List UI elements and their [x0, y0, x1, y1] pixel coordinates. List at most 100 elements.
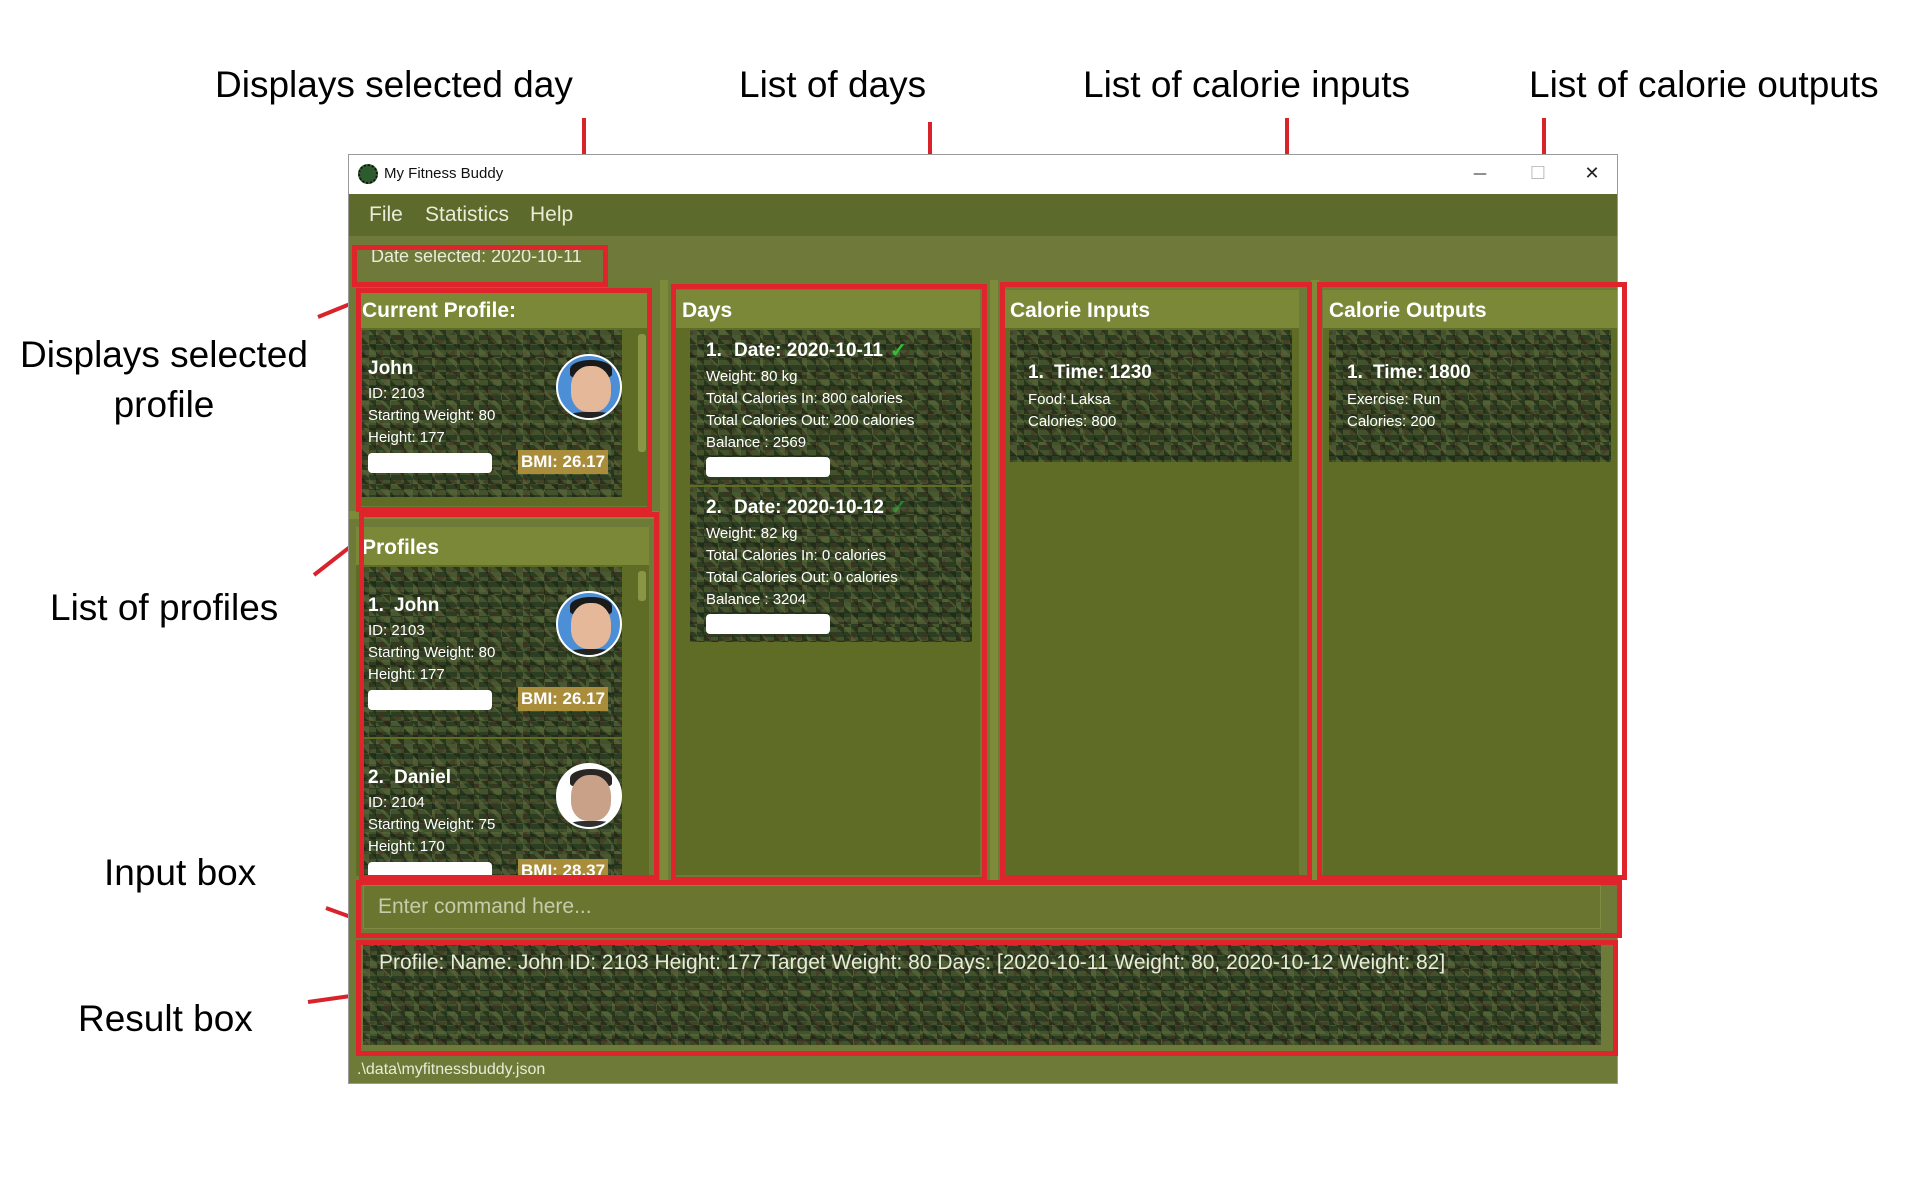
profile-item-name: Daniel: [394, 767, 452, 788]
calorie-output-calories: Calories: 200: [1347, 413, 1436, 430]
profile-list-item[interactable]: 1. John ID: 2103 Starting Weight: 80 Hei…: [362, 567, 622, 737]
calorie-input-calories: Calories: 800: [1028, 413, 1117, 430]
profile-item-bmi-badge: BMI: 28.37: [518, 859, 609, 876]
day-item-calories-in: Total Calories In: 0 calories: [706, 547, 887, 564]
day-list-item[interactable]: 2. Date: 2020-10-12 ✓ Weight: 82 kg Tota…: [690, 487, 972, 642]
profile-item-progress-bar: [368, 690, 492, 710]
profiles-header: Profiles: [356, 527, 649, 565]
profile-item-index: 1.: [368, 595, 384, 616]
annotation-list-profiles: List of profiles: [50, 587, 279, 628]
calorie-outputs-panel: Calorie Outputs 1. Time: 1800 Exercise: …: [1323, 290, 1617, 875]
bmi-badge: BMI: 26.17: [518, 450, 609, 474]
calorie-input-item[interactable]: 1. Time: 1230 Food: Laksa Calories: 800: [1010, 330, 1292, 462]
day-item-calories-in: Total Calories In: 800 calories: [706, 390, 903, 407]
profile-starting-weight: Starting Weight: 80: [368, 407, 496, 424]
minimize-button[interactable]: —: [1457, 159, 1503, 189]
day-item-weight: Weight: 82 kg: [706, 525, 798, 542]
profile-item-avatar: [556, 763, 622, 829]
profile-progress-bar: [368, 453, 492, 473]
calorie-output-index: 1.: [1347, 362, 1363, 383]
days-title: Days: [682, 299, 733, 322]
profiles-scrollbar[interactable]: [638, 571, 646, 601]
profile-name: John: [368, 358, 414, 379]
annotation-list-days: List of days: [739, 64, 927, 105]
profile-item-progress-bar: [368, 862, 492, 876]
current-profile-header: Current Profile:: [356, 290, 649, 328]
current-profile-title: Current Profile:: [362, 299, 517, 322]
profile-item-starting-weight: Starting Weight: 80: [368, 644, 496, 661]
current-profile-panel: Current Profile: John ID: 2103 Starting …: [356, 290, 649, 506]
day-item-calories-out: Total Calories Out: 200 calories: [706, 412, 915, 429]
day-item-index: 2.: [706, 497, 722, 518]
calorie-outputs-header: Calorie Outputs: [1323, 290, 1617, 328]
result-text: Profile: Name: John ID: 2103 Height: 177…: [379, 951, 1446, 974]
profile-item-id: ID: 2103: [368, 622, 425, 639]
column-divider: [990, 280, 998, 883]
date-selected-label: Date selected: 2020-10-11: [371, 246, 582, 266]
annotation-selected-profile-line2: profile: [113, 384, 215, 425]
day-item-progress-bar: [706, 457, 830, 477]
result-box: Profile: Name: John ID: 2103 Height: 177…: [363, 941, 1601, 1045]
day-item-weight: Weight: 80 kg: [706, 368, 798, 385]
menu-help[interactable]: Help: [530, 203, 573, 227]
checkmark-icon: ✓: [890, 340, 907, 362]
calorie-inputs-header: Calorie Inputs: [1004, 290, 1299, 328]
checkmark-icon: ✓: [890, 497, 907, 519]
calorie-output-item[interactable]: 1. Time: 1800 Exercise: Run Calories: 20…: [1329, 330, 1611, 462]
profile-item-name: John: [394, 595, 440, 616]
profile-item-index: 2.: [368, 767, 384, 788]
calorie-inputs-title: Calorie Inputs: [1010, 299, 1151, 322]
profile-id: ID: 2103: [368, 385, 425, 402]
current-profile-scrollbar[interactable]: [638, 334, 646, 452]
current-profile-card[interactable]: John ID: 2103 Starting Weight: 80 Height…: [362, 330, 622, 497]
day-item-date: Date: 2020-10-12: [734, 497, 884, 518]
calorie-output-time: Time: 1800: [1373, 362, 1471, 383]
menu-statistics[interactable]: Statistics: [425, 203, 509, 227]
day-item-progress-bar: [706, 614, 830, 634]
command-input[interactable]: [364, 886, 1600, 928]
profiles-title: Profiles: [362, 536, 440, 559]
menu-bar: File Statistics Help: [349, 194, 1617, 236]
annotation-input-box: Input box: [104, 852, 257, 893]
title-bar: My Fitness Buddy — ☐ ✕: [349, 155, 1617, 194]
profile-list-item[interactable]: 2. Daniel ID: 2104 Starting Weight: 75 H…: [362, 739, 622, 876]
day-item-date: Date: 2020-10-11: [734, 340, 883, 361]
close-button[interactable]: ✕: [1569, 159, 1615, 189]
app-window: My Fitness Buddy — ☐ ✕ File Statistics H…: [349, 155, 1617, 1083]
menu-file[interactable]: File: [369, 203, 403, 227]
days-header: Days: [676, 290, 980, 328]
date-bar: Date selected: 2020-10-11: [349, 236, 1617, 278]
status-bar-path: .\data\myfitnessbuddy.json: [357, 1061, 546, 1078]
column-divider: [1311, 280, 1319, 883]
command-box: [363, 885, 1601, 929]
profile-height: Height: 177: [368, 429, 445, 446]
calorie-input-food: Food: Laksa: [1028, 391, 1111, 408]
day-list-item[interactable]: 1. Date: 2020-10-11 ✓ Weight: 80 kg Tota…: [690, 330, 972, 485]
profiles-panel: Profiles 1. John ID: 2103 Starting Weigh…: [356, 527, 649, 876]
profile-item-avatar: [556, 591, 622, 657]
profile-item-id: ID: 2104: [368, 794, 425, 811]
day-item-balance: Balance : 2569: [706, 434, 807, 451]
calorie-input-time: Time: 1230: [1054, 362, 1152, 383]
annotation-selected-profile-line1: Displays selected: [20, 334, 308, 375]
annotation-selected-day: Displays selected day: [215, 64, 573, 105]
calorie-output-exercise: Exercise: Run: [1347, 391, 1441, 408]
annotation-result-box: Result box: [78, 998, 253, 1039]
app-logo-icon: [358, 164, 378, 184]
window-title: My Fitness Buddy: [384, 165, 504, 182]
annotation-calorie-inputs: List of calorie inputs: [1083, 64, 1411, 105]
column-divider: [660, 280, 668, 883]
profile-item-bmi-badge: BMI: 26.17: [518, 687, 609, 711]
annotation-calorie-outputs: List of calorie outputs: [1529, 64, 1879, 105]
profile-item-height: Height: 170: [368, 838, 445, 855]
calorie-outputs-title: Calorie Outputs: [1329, 299, 1487, 322]
profile-item-height: Height: 177: [368, 666, 445, 683]
maximize-button[interactable]: ☐: [1515, 159, 1561, 189]
annotation-selected-profile: Displays selected profile: [14, 330, 314, 430]
profile-avatar: [556, 354, 622, 420]
calorie-inputs-panel: Calorie Inputs 1. Time: 1230 Food: Laksa…: [1004, 290, 1299, 875]
calorie-input-index: 1.: [1028, 362, 1044, 383]
profile-item-starting-weight: Starting Weight: 75: [368, 816, 496, 833]
day-item-index: 1.: [706, 340, 722, 361]
days-panel: Days 1. Date: 2020-10-11 ✓ Weight: 80 kg…: [676, 290, 980, 875]
